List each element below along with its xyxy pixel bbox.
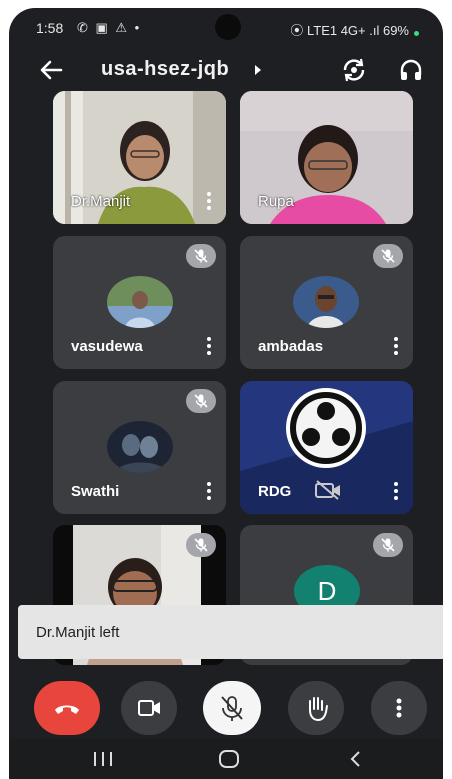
system-navigation-bar xyxy=(9,739,443,779)
mic-off-icon xyxy=(194,538,208,552)
camera-button[interactable] xyxy=(121,681,177,735)
arrow-back-icon[interactable] xyxy=(35,54,67,86)
raise-hand-button[interactable] xyxy=(288,681,344,735)
more-vert-icon xyxy=(396,698,402,718)
status-bar: 1:58 ✆ ▣ ⚠ • ⦿ LTE1 4G+ .ıl 69% xyxy=(9,8,443,48)
back-icon[interactable] xyxy=(347,749,365,769)
avatar xyxy=(107,276,173,328)
signal-battery-text: ⦿ LTE1 4G+ .ıl 69% xyxy=(290,23,409,38)
participant-tile[interactable]: RDG xyxy=(240,381,413,514)
status-time: 1:58 xyxy=(36,20,64,36)
more-vert-icon[interactable] xyxy=(206,482,212,500)
end-call-icon xyxy=(55,705,79,714)
participant-name: Dr.Manjit xyxy=(71,193,131,210)
front-camera xyxy=(215,14,241,40)
mic-off-badge xyxy=(186,244,216,268)
mic-off-icon xyxy=(381,538,395,552)
hand-icon xyxy=(309,697,328,722)
participant-name: vasudewa xyxy=(71,338,143,355)
mic-off-badge xyxy=(186,389,216,413)
end-call-button[interactable] xyxy=(34,681,100,735)
recents-icon[interactable] xyxy=(91,750,115,768)
mic-off-icon xyxy=(194,394,208,408)
more-vert-icon[interactable] xyxy=(206,337,212,355)
initial-letter: D xyxy=(317,576,337,606)
mic-off-icon xyxy=(381,249,395,263)
home-icon[interactable] xyxy=(217,749,241,769)
participant-tile[interactable]: Rupa xyxy=(240,91,413,224)
switch-camera-icon[interactable] xyxy=(340,56,368,84)
participant-name: RDG xyxy=(258,483,292,500)
participant-name: Swathi xyxy=(71,483,120,500)
headphones-icon[interactable] xyxy=(397,56,425,84)
mic-off-icon xyxy=(221,696,243,721)
video-camera-icon xyxy=(138,700,160,716)
mic-off-icon xyxy=(194,249,208,263)
avatar xyxy=(107,421,173,473)
toast-text: Dr.Manjit left xyxy=(36,624,120,641)
avatar-photo xyxy=(293,276,359,328)
notification-icons: ✆ ▣ ⚠ • xyxy=(77,20,142,35)
mic-off-badge xyxy=(373,533,403,557)
microphone-button[interactable] xyxy=(203,681,261,735)
meet-screen: 1:58 ✆ ▣ ⚠ • ⦿ LTE1 4G+ .ıl 69% usa-hsez… xyxy=(9,8,443,779)
privacy-dot xyxy=(414,31,419,36)
avatar xyxy=(293,276,359,328)
participant-name: ambadas xyxy=(258,338,324,355)
more-options-button[interactable] xyxy=(371,681,427,735)
more-vert-icon[interactable] xyxy=(393,482,399,500)
participant-name: Rupa xyxy=(258,193,294,210)
participant-tile[interactable]: vasudewa xyxy=(53,236,226,369)
avatar-photo xyxy=(107,421,173,473)
participant-tile[interactable]: Dr.Manjit xyxy=(53,91,226,224)
more-vert-icon[interactable] xyxy=(393,337,399,355)
chevron-right-icon[interactable] xyxy=(255,65,261,75)
snackbar-toast: Dr.Manjit left xyxy=(18,605,443,659)
top-bar: usa-hsez-jqb xyxy=(9,48,443,92)
mic-off-badge xyxy=(186,533,216,557)
participant-tile[interactable]: ambadas xyxy=(240,236,413,369)
avatar-photo xyxy=(107,276,173,328)
meeting-code-title[interactable]: usa-hsez-jqb xyxy=(101,58,229,81)
more-vert-icon[interactable] xyxy=(206,192,212,210)
mic-off-badge xyxy=(373,244,403,268)
camera-off-icon xyxy=(315,480,340,500)
participant-tile[interactable]: Swathi xyxy=(53,381,226,514)
